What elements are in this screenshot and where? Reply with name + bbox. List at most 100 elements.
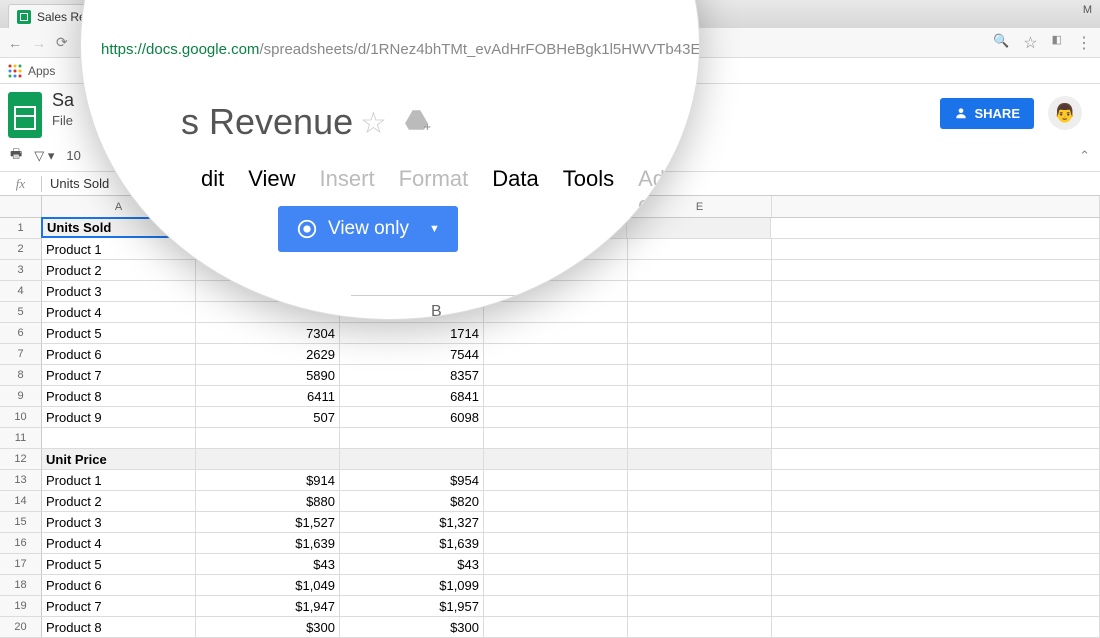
cell[interactable] [628, 617, 772, 638]
menu-item[interactable]: Data [492, 166, 538, 218]
cell[interactable] [484, 533, 628, 554]
menu-item[interactable]: Add-ons [638, 166, 699, 218]
cell[interactable] [772, 428, 1100, 449]
cell[interactable] [484, 491, 628, 512]
cell[interactable] [628, 365, 772, 386]
cell[interactable] [772, 407, 1100, 428]
cell[interactable] [628, 449, 772, 470]
cell[interactable] [484, 344, 628, 365]
cell[interactable]: Product 4 [42, 533, 196, 554]
menu-file[interactable]: File [52, 113, 74, 128]
cell[interactable]: 7544 [340, 344, 484, 365]
row-header[interactable]: 13 [0, 470, 42, 491]
cell[interactable] [628, 491, 772, 512]
cell[interactable] [484, 407, 628, 428]
search-icon[interactable]: 🔍 [993, 33, 1009, 53]
cell[interactable]: Product 6 [42, 344, 196, 365]
row-header[interactable]: 19 [0, 596, 42, 617]
row-header[interactable]: 8 [0, 365, 42, 386]
row-header[interactable]: 9 [0, 386, 42, 407]
cell[interactable] [772, 323, 1100, 344]
cell[interactable]: $1,099 [340, 575, 484, 596]
share-button[interactable]: SHARE [940, 98, 1034, 129]
zoom-level[interactable]: 10 [66, 148, 80, 163]
cell[interactable]: 8357 [340, 365, 484, 386]
cell[interactable] [628, 386, 772, 407]
cell[interactable]: $820 [340, 491, 484, 512]
cell[interactable] [628, 428, 772, 449]
cell[interactable] [772, 302, 1100, 323]
cell[interactable]: $1,527 [196, 512, 340, 533]
cell[interactable] [196, 428, 340, 449]
row-header[interactable]: 5 [0, 302, 42, 323]
reload-icon[interactable]: ⟳ [56, 34, 68, 51]
profile-indicator[interactable]: M [1083, 4, 1092, 16]
menu-icon[interactable]: ⋮ [1076, 33, 1092, 53]
cell[interactable] [340, 449, 484, 470]
cell[interactable]: Product 6 [42, 575, 196, 596]
row-header[interactable]: 14 [0, 491, 42, 512]
cell[interactable] [628, 470, 772, 491]
cell[interactable]: 507 [196, 407, 340, 428]
cell[interactable]: $1,639 [196, 533, 340, 554]
cell[interactable] [772, 239, 1100, 260]
cell[interactable]: Product 2 [42, 260, 196, 281]
cell[interactable] [628, 260, 772, 281]
extension-icon[interactable]: ◧ [1052, 33, 1062, 53]
cell[interactable]: $1,639 [340, 533, 484, 554]
row-header[interactable]: 2 [0, 239, 42, 260]
cell[interactable] [484, 596, 628, 617]
cell[interactable] [628, 575, 772, 596]
view-only-button[interactable]: View only ▼ [278, 206, 458, 252]
cell[interactable] [484, 554, 628, 575]
star-icon[interactable]: ☆ [1023, 33, 1037, 53]
cell[interactable] [628, 596, 772, 617]
row-header[interactable]: 15 [0, 512, 42, 533]
cell[interactable]: Product 5 [42, 554, 196, 575]
cell[interactable] [772, 596, 1100, 617]
cell[interactable] [628, 533, 772, 554]
cell[interactable] [628, 512, 772, 533]
cell[interactable] [772, 365, 1100, 386]
cell[interactable] [628, 407, 772, 428]
forward-icon[interactable]: → [32, 35, 46, 51]
cell[interactable] [484, 470, 628, 491]
cell[interactable] [772, 260, 1100, 281]
cell[interactable] [628, 239, 772, 260]
apps-icon[interactable] [8, 64, 22, 78]
cell[interactable]: $300 [340, 617, 484, 638]
cell[interactable] [772, 491, 1100, 512]
cell[interactable] [772, 386, 1100, 407]
cell[interactable]: $1,957 [340, 596, 484, 617]
row-header[interactable]: 4 [0, 281, 42, 302]
cell[interactable]: Product 3 [42, 281, 196, 302]
cell[interactable]: $1,947 [196, 596, 340, 617]
cell[interactable] [340, 428, 484, 449]
cell[interactable] [42, 428, 196, 449]
cell[interactable] [772, 281, 1100, 302]
cell[interactable]: Product 2 [42, 491, 196, 512]
row-header[interactable]: 16 [0, 533, 42, 554]
cell[interactable] [772, 449, 1100, 470]
cell[interactable] [627, 218, 771, 239]
filter-icon[interactable]: ▽ ▾ [34, 148, 54, 164]
cell[interactable]: Product 5 [42, 323, 196, 344]
cell[interactable] [772, 470, 1100, 491]
row-header[interactable]: 10 [0, 407, 42, 428]
cell[interactable] [196, 449, 340, 470]
menu-item[interactable]: dit [201, 166, 224, 218]
cell[interactable] [484, 575, 628, 596]
cell[interactable] [772, 554, 1100, 575]
cell[interactable] [484, 512, 628, 533]
row-header[interactable]: 17 [0, 554, 42, 575]
cell[interactable] [484, 365, 628, 386]
cell[interactable] [484, 617, 628, 638]
print-icon[interactable]: 🖶 [10, 145, 22, 167]
cell[interactable]: $954 [340, 470, 484, 491]
cell[interactable]: $43 [196, 554, 340, 575]
cell[interactable] [628, 302, 772, 323]
cell[interactable] [771, 218, 1100, 239]
cell[interactable]: $1,327 [340, 512, 484, 533]
cell[interactable] [772, 533, 1100, 554]
cell[interactable]: Product 7 [42, 596, 196, 617]
